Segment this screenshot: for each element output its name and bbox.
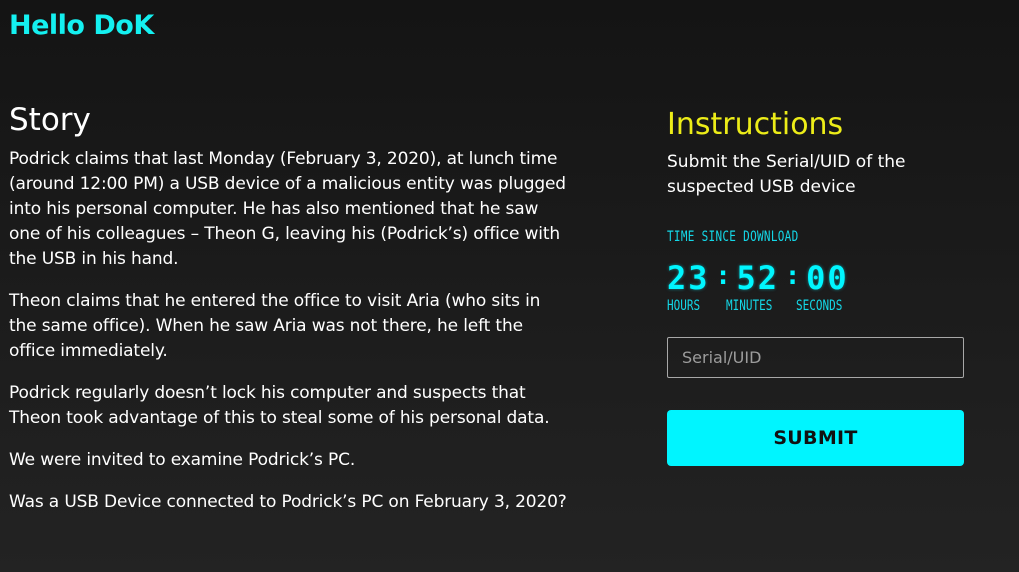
timer-label: TIME SINCE DOWNLOAD — [667, 228, 799, 245]
story-paragraph: Theon claims that he entered the office … — [9, 291, 541, 361]
story-section: Story Podrick claims that last Monday (F… — [9, 101, 569, 532]
story-question: Was a USB Device connected to Podrick’s … — [9, 492, 567, 512]
submit-button[interactable]: SUBMIT — [667, 410, 964, 466]
download-timer: TIME SINCE DOWNLOAD 23 : 52 : 00 HOURS M… — [667, 228, 867, 314]
timer-unit-hours: HOURS — [667, 297, 701, 314]
story-title: Story — [9, 102, 91, 138]
instructions-section: Instructions Submit the Serial/UID of th… — [667, 106, 967, 200]
instructions-title: Instructions — [667, 107, 844, 142]
timer-digits: 23 : 52 : 00 — [667, 261, 867, 297]
story-paragraph: Podrick regularly doesn’t lock his compu… — [9, 383, 550, 428]
timer-units: HOURS MINUTES SECONDS — [667, 297, 867, 314]
timer-separator: : — [784, 261, 801, 291]
timer-unit-minutes: MINUTES — [726, 297, 773, 314]
timer-unit-seconds: SECONDS — [796, 297, 843, 314]
story-paragraph: We were invited to examine Podrick’s PC. — [9, 450, 356, 470]
instructions-description: Submit the Serial/UID of the suspected U… — [667, 152, 906, 197]
timer-minutes: 52 — [736, 259, 780, 297]
story-paragraph: Podrick claims that last Monday (Februar… — [9, 149, 566, 269]
timer-hours: 23 — [667, 259, 710, 297]
greeting-heading: Hello DoK — [9, 10, 154, 41]
serial-uid-input[interactable] — [667, 337, 964, 378]
timer-seconds: 00 — [806, 259, 849, 297]
timer-separator: : — [715, 261, 731, 291]
